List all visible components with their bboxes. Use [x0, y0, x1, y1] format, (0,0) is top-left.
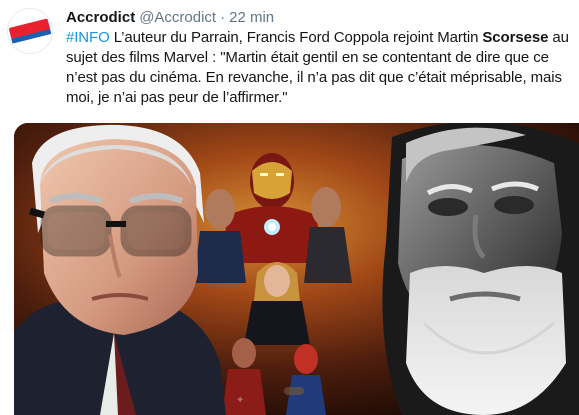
avatar[interactable] [7, 8, 53, 54]
display-name[interactable]: Accrodict [66, 9, 135, 26]
tweet-timestamp[interactable]: 22 min [229, 9, 274, 26]
coppola-portrait [382, 123, 579, 415]
user-handle[interactable]: @Accrodict [139, 9, 216, 26]
tweet: Accrodict @Accrodict · 22 min #INFO L’auteu… [0, 0, 579, 415]
hashtag-link[interactable]: #INFO [66, 29, 110, 46]
tweet-text: #INFO L’auteur du Parrain, Francis Ford … [66, 28, 572, 108]
scorsese-portrait [14, 124, 226, 415]
media-watermark-glyph: ✦ [236, 395, 244, 406]
header-separator: · [220, 9, 226, 26]
tweet-media-photo[interactable]: ✦ [14, 123, 579, 415]
tweet-keyword: Scorsese [482, 29, 549, 46]
marvel-collage-image: ✦ [14, 123, 579, 415]
accrodict-logo [8, 9, 52, 53]
tweet-text-part1: L’auteur du Parrain, Francis Ford Coppol… [109, 29, 483, 46]
tweet-header: Accrodict @Accrodict · 22 min [66, 9, 274, 27]
